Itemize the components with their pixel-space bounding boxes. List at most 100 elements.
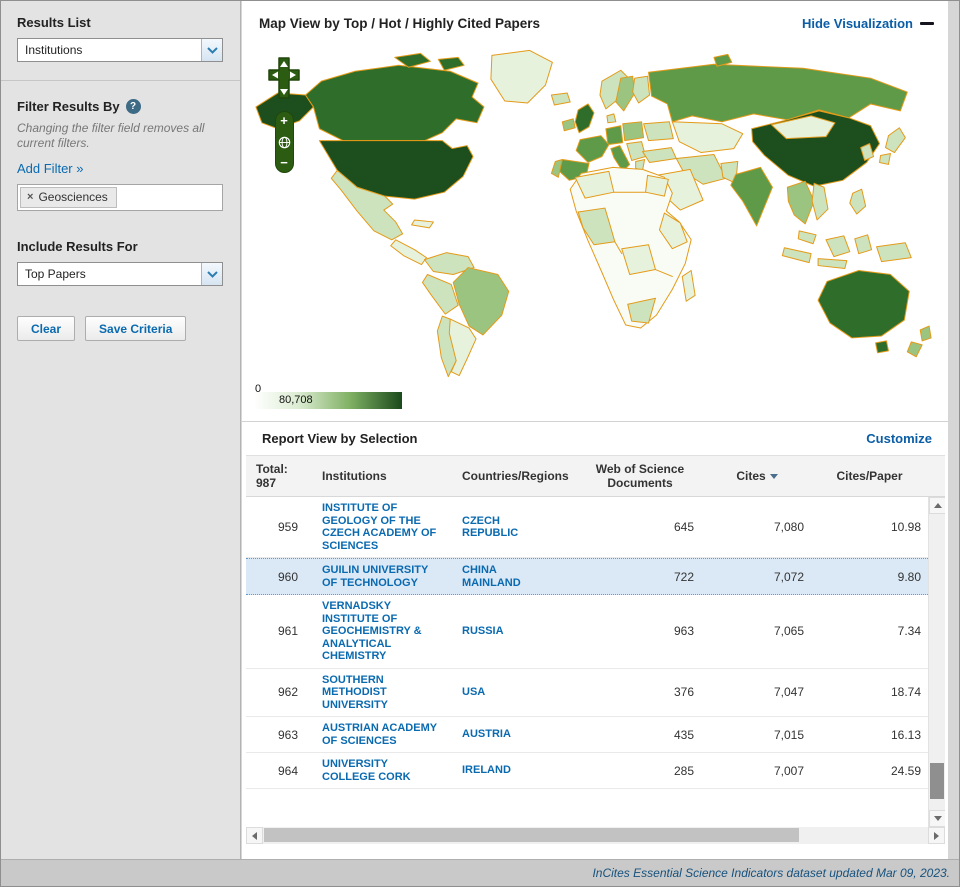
cites-cell: 7,007 xyxy=(702,764,812,778)
institution-cell: AUSTRIAN ACADEMY OF SCIENCES xyxy=(312,722,454,747)
map-zoom-control: + − xyxy=(275,111,294,173)
country-link[interactable]: CZECH REPUBLIC xyxy=(462,515,542,540)
hide-visualization-label: Hide Visualization xyxy=(802,16,913,31)
column-header-institutions[interactable]: Institutions xyxy=(312,469,454,483)
vertical-scrollbar[interactable] xyxy=(928,497,945,827)
docs-cell: 963 xyxy=(578,624,702,638)
footer-bar: InCites Essential Science Indicators dat… xyxy=(1,859,959,886)
country-cell: CZECH REPUBLIC xyxy=(454,515,578,540)
remove-filter-icon[interactable]: × xyxy=(27,191,33,203)
country-cell: CHINA MAINLAND xyxy=(454,564,578,589)
institution-cell: VERNADSKY INSTITUTE OF GEOCHEMISTRY & AN… xyxy=(312,600,454,663)
horizontal-scrollbar[interactable] xyxy=(246,827,945,844)
column-header-countries[interactable]: Countries/Regions xyxy=(454,469,578,483)
sidebar: Results List Institutions Filter Results… xyxy=(1,1,241,859)
customize-link[interactable]: Customize xyxy=(866,431,932,446)
docs-cell: 435 xyxy=(578,728,702,742)
institution-cell: UNIVERSITY COLLEGE CORK xyxy=(312,758,454,783)
legend-gradient-bar xyxy=(254,392,402,409)
results-list-dropdown[interactable]: Institutions xyxy=(17,38,223,62)
table-row[interactable]: 962 SOUTHERN METHODIST UNIVERSITY USA 37… xyxy=(246,669,928,718)
docs-cell: 722 xyxy=(578,570,702,584)
filter-note: Changing the filter field removes all cu… xyxy=(17,121,219,151)
scroll-up-button[interactable] xyxy=(929,497,945,514)
cites-per-paper-cell: 16.13 xyxy=(812,728,927,742)
column-header-cites-per-paper[interactable]: Cites/Paper xyxy=(812,469,927,483)
report-title-label: Report View by xyxy=(262,431,356,446)
scroll-down-button[interactable] xyxy=(929,810,945,827)
map-pan-control[interactable] xyxy=(266,55,302,101)
country-link[interactable]: CHINA MAINLAND xyxy=(462,564,542,589)
table-body: 959 INSTITUTE OF GEOLOGY OF THE CZECH AC… xyxy=(246,497,945,827)
total-value: 987 xyxy=(256,476,312,490)
institution-link[interactable]: VERNADSKY INSTITUTE OF GEOCHEMISTRY & AN… xyxy=(322,600,440,663)
table-row[interactable]: 964 UNIVERSITY COLLEGE CORK IRELAND 285 … xyxy=(246,753,928,789)
institution-link[interactable]: SOUTHERN METHODIST UNIVERSITY xyxy=(322,674,440,712)
table-row[interactable]: 959 INSTITUTE OF GEOLOGY OF THE CZECH AC… xyxy=(246,497,928,558)
filter-tag-label: Geosciences xyxy=(38,190,107,204)
institution-link[interactable]: AUSTRIAN ACADEMY OF SCIENCES xyxy=(322,722,440,747)
cites-cell: 7,072 xyxy=(702,570,812,584)
table-row[interactable]: 963 AUSTRIAN ACADEMY OF SCIENCES AUSTRIA… xyxy=(246,717,928,753)
map-controls: + − xyxy=(264,55,304,173)
docs-cell: 285 xyxy=(578,764,702,778)
table-header-row: Total: 987 Institutions Countries/Region… xyxy=(246,455,945,497)
hide-visualization-link[interactable]: Hide Visualization xyxy=(802,16,934,31)
vertical-scroll-thumb[interactable] xyxy=(930,763,944,799)
zoom-in-button[interactable]: + xyxy=(280,115,288,127)
cites-per-paper-cell: 24.59 xyxy=(812,764,927,778)
cites-cell: 7,015 xyxy=(702,728,812,742)
save-criteria-button[interactable]: Save Criteria xyxy=(85,316,186,341)
cites-cell: 7,080 xyxy=(702,520,812,534)
include-results-label: Include Results For xyxy=(17,239,224,254)
country-link[interactable]: AUSTRIA xyxy=(462,728,542,741)
world-map[interactable] xyxy=(248,45,942,385)
clear-button[interactable]: Clear xyxy=(17,316,75,341)
docs-cell: 645 xyxy=(578,520,702,534)
scroll-right-button[interactable] xyxy=(928,827,945,844)
cites-per-paper-cell: 10.98 xyxy=(812,520,927,534)
country-link[interactable]: IRELAND xyxy=(462,764,542,777)
country-cell: USA xyxy=(454,686,578,699)
institution-cell: INSTITUTE OF GEOLOGY OF THE CZECH ACADEM… xyxy=(312,502,454,552)
rank-cell: 959 xyxy=(246,520,312,534)
cites-sort-label: Cites xyxy=(736,469,765,483)
cites-per-paper-cell: 9.80 xyxy=(812,570,927,584)
country-link[interactable]: USA xyxy=(462,686,542,699)
zoom-world-icon[interactable] xyxy=(278,136,291,149)
filter-by-label: Filter Results By xyxy=(17,99,120,114)
main-panel: Map View by Top / Hot / Highly Cited Pape… xyxy=(242,1,948,859)
table-row[interactable]: 961 VERNADSKY INSTITUTE OF GEOCHEMISTRY … xyxy=(246,595,928,669)
legend-max-label: 80,708 xyxy=(279,394,313,406)
table-row[interactable]: 960 GUILIN UNIVERSITY OF TECHNOLOGY CHIN… xyxy=(246,558,928,595)
scroll-left-button[interactable] xyxy=(246,827,263,844)
map-title-label: Map View by xyxy=(259,16,340,31)
column-header-documents[interactable]: Web of Science Documents xyxy=(578,462,702,490)
institution-link[interactable]: GUILIN UNIVERSITY OF TECHNOLOGY xyxy=(322,564,440,589)
rank-cell: 964 xyxy=(246,764,312,778)
report-view-header: Report View by Selection Customize xyxy=(242,421,948,455)
map-title-value: Top / Hot / Highly Cited Papers xyxy=(344,16,540,31)
sort-caret-icon xyxy=(770,474,778,479)
report-title-value: Selection xyxy=(360,431,418,446)
zoom-out-button[interactable]: − xyxy=(280,157,288,169)
horizontal-scroll-thumb[interactable] xyxy=(264,828,799,842)
institution-link[interactable]: INSTITUTE OF GEOLOGY OF THE CZECH ACADEM… xyxy=(322,502,440,552)
country-cell: IRELAND xyxy=(454,764,578,777)
cites-per-paper-cell: 7.34 xyxy=(812,624,927,638)
column-header-cites[interactable]: Cites xyxy=(702,469,812,483)
report-view-title: Report View by Selection xyxy=(262,431,417,446)
country-cell: AUSTRIA xyxy=(454,728,578,741)
results-list-value: Institutions xyxy=(18,39,201,61)
institution-link[interactable]: UNIVERSITY COLLEGE CORK xyxy=(322,758,440,783)
map-legend: 0 80,708 xyxy=(254,385,948,421)
help-icon[interactable]: ? xyxy=(126,99,141,114)
include-results-dropdown[interactable]: Top Papers xyxy=(17,262,223,286)
country-link[interactable]: RUSSIA xyxy=(462,625,542,638)
add-filter-link[interactable]: Add Filter » xyxy=(17,161,83,176)
results-list-label: Results List xyxy=(17,15,224,30)
rank-cell: 961 xyxy=(246,624,312,638)
cites-cell: 7,047 xyxy=(702,685,812,699)
filter-tag-geosciences[interactable]: × Geosciences xyxy=(20,187,117,208)
report-table: Total: 987 Institutions Countries/Region… xyxy=(246,455,945,827)
